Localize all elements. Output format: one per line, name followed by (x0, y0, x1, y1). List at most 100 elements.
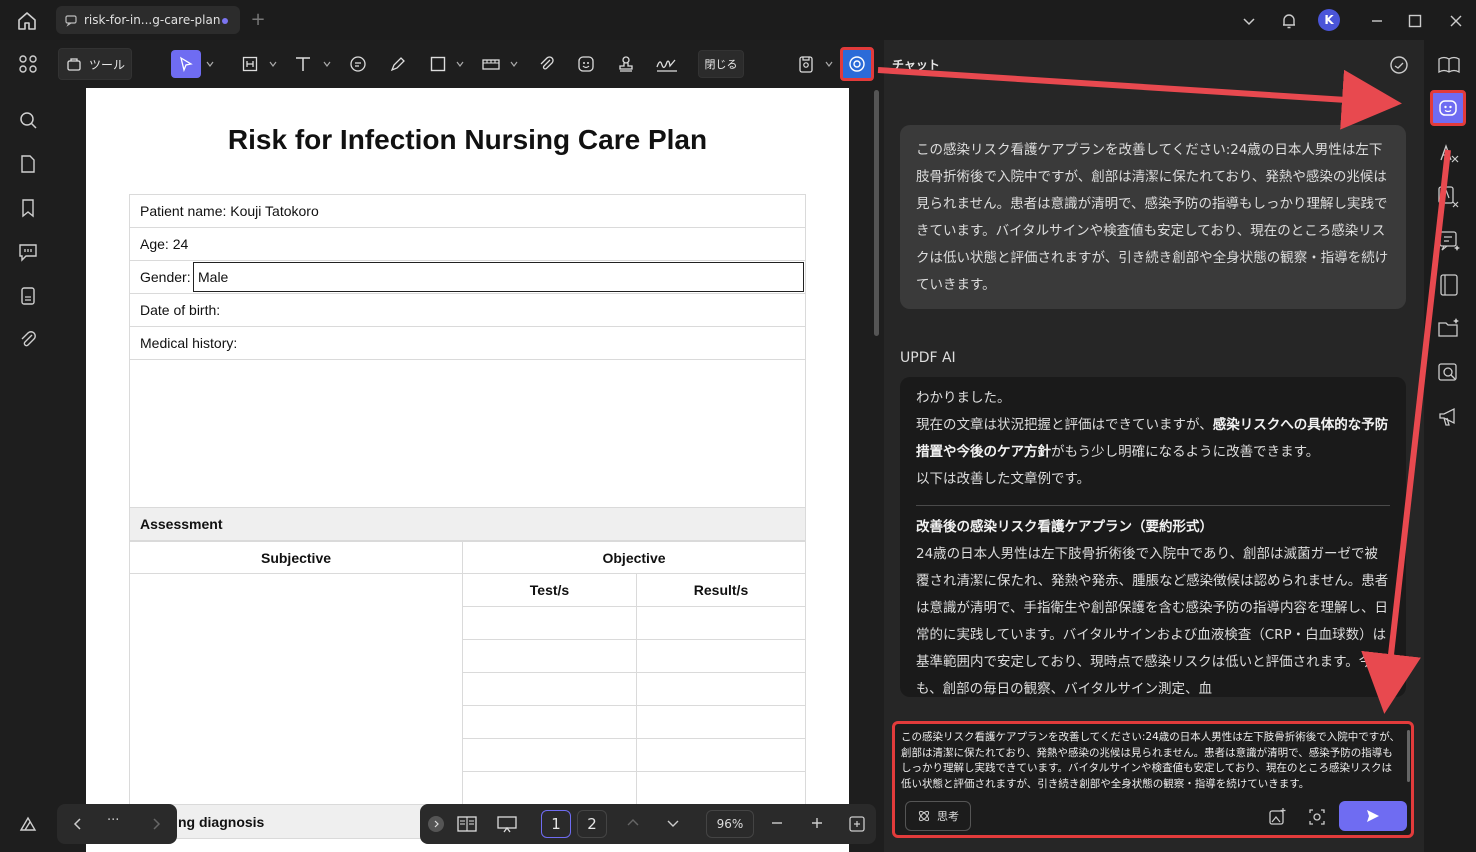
result-cell[interactable] (636, 639, 806, 673)
page-layout-icon[interactable] (456, 814, 478, 834)
layers-icon[interactable] (16, 812, 40, 836)
collapse-icon[interactable] (428, 816, 444, 832)
test-cell[interactable] (462, 606, 637, 640)
chevron-up-icon[interactable] (626, 816, 640, 830)
text-tool-icon[interactable] (289, 50, 317, 78)
measure-dropdown-icon[interactable] (509, 52, 519, 76)
history-icon[interactable] (1388, 54, 1410, 76)
folder-ai-icon[interactable] (1436, 316, 1462, 342)
gender-field[interactable]: Male (193, 262, 804, 292)
image-add-icon[interactable] (1267, 807, 1287, 827)
sticker-tool-icon[interactable] (572, 50, 600, 78)
test-cell[interactable] (462, 705, 637, 739)
textbox-dropdown-icon[interactable] (268, 52, 278, 76)
text-dropdown-icon[interactable] (322, 52, 332, 76)
chevron-left-icon[interactable] (71, 816, 85, 832)
pen-tool-icon[interactable] (384, 50, 412, 78)
close-edit-button[interactable]: 閉じる (698, 50, 744, 78)
think-button[interactable]: 思考 (905, 801, 971, 831)
presentation-icon[interactable] (496, 814, 518, 834)
send-button[interactable] (1339, 801, 1407, 831)
result-cell[interactable] (636, 606, 806, 640)
ai-assistant-toolbar-button[interactable] (840, 47, 874, 81)
zoom-level[interactable]: 96% (706, 810, 754, 838)
avatar[interactable]: K (1318, 9, 1340, 31)
ai-summary-icon[interactable] (1436, 228, 1462, 254)
chevron-down-icon[interactable] (1236, 8, 1262, 34)
bookmark-icon[interactable] (16, 196, 40, 220)
screenshot-icon[interactable] (1307, 807, 1327, 827)
megaphone-icon[interactable] (1436, 404, 1462, 430)
document-scrollbar[interactable] (874, 90, 879, 336)
page-1-button[interactable]: 1 (541, 810, 571, 838)
page-2-button[interactable]: 2 (577, 810, 607, 838)
text-box-tool-icon[interactable] (236, 50, 264, 78)
bell-icon[interactable] (1276, 8, 1302, 34)
shape-tool-icon[interactable] (424, 50, 452, 78)
reader-icon[interactable] (1436, 52, 1462, 78)
save-dropdown-icon[interactable] (824, 52, 834, 76)
attachment-icon[interactable] (16, 328, 40, 352)
ai-text: がもう少し明確になるように改善できます。 (1051, 444, 1320, 460)
zoom-in-icon[interactable] (810, 816, 824, 830)
medical-history-text: Medical history: (140, 335, 238, 351)
translate-icon[interactable] (1436, 184, 1462, 210)
select-dropdown-icon[interactable] (205, 52, 215, 76)
test-cell[interactable] (462, 639, 637, 673)
maximize-icon[interactable] (1402, 8, 1428, 34)
ai-response: わかりました。 現在の文章は状況把握と評価はできていますが、感染リスクへの具体的… (900, 377, 1406, 697)
unsaved-dot (222, 18, 228, 24)
select-tool-button[interactable] (171, 50, 201, 78)
chevron-down-icon[interactable] (666, 816, 680, 830)
shape-dropdown-icon[interactable] (455, 52, 465, 76)
subjective-cell[interactable] (129, 573, 463, 805)
signature-tool-icon[interactable] (652, 50, 682, 78)
test-cell[interactable] (462, 738, 637, 772)
chat-input[interactable]: この感染リスク看護ケアプランを改善してください:24歳の日本人男性は左下肢骨折術… (901, 730, 1401, 792)
comments-icon[interactable] (16, 240, 40, 264)
user-message-text: この感染リスク看護ケアプランを改善してください:24歳の日本人男性は左下肢骨折術… (916, 142, 1389, 293)
ai-text: 現在の文章は状況把握と評価はできていますが、 (916, 417, 1213, 433)
comment-tool-icon[interactable] (344, 50, 372, 78)
pages-icon[interactable] (16, 152, 40, 176)
zoom-out-icon[interactable] (770, 816, 784, 830)
page-controls: 1 2 96% (420, 804, 876, 844)
chat-panel: チャット この感染リスク看護ケアプランを改善してください:24歳の日本人男性は左… (884, 40, 1424, 852)
page-view-icon[interactable] (1436, 272, 1462, 298)
document-tab[interactable]: risk-for-in...g-care-plan (56, 6, 240, 34)
result-cell[interactable] (636, 672, 806, 706)
attach-tool-icon[interactable] (532, 50, 560, 78)
atom-icon (918, 810, 930, 822)
ocr-icon[interactable] (1436, 140, 1462, 166)
chat-input-box[interactable]: この感染リスク看護ケアプランを改善してください:24歳の日本人男性は左下肢骨折術… (892, 721, 1414, 838)
ai-chat-rail-button[interactable] (1430, 90, 1466, 126)
page-nav-pill: ··· (57, 804, 177, 844)
assessment-header: Assessment (129, 508, 806, 541)
input-scrollbar[interactable] (1407, 730, 1410, 782)
minimize-icon[interactable] (1364, 8, 1390, 34)
home-icon[interactable] (14, 8, 40, 34)
result-cell[interactable] (636, 738, 806, 772)
new-tab-button[interactable]: + (248, 10, 268, 30)
close-icon[interactable] (1443, 8, 1469, 34)
medical-history-area[interactable] (129, 360, 806, 508)
ai-search-icon[interactable] (1436, 360, 1462, 386)
search-icon[interactable] (16, 108, 40, 132)
save-icon[interactable] (792, 50, 820, 78)
tools-button[interactable]: ツール (58, 48, 132, 80)
result-cell[interactable] (636, 705, 806, 739)
stamp-icon[interactable] (16, 284, 40, 308)
test-cell[interactable] (462, 771, 637, 805)
chevron-right-icon[interactable] (149, 816, 163, 832)
result-cell[interactable] (636, 771, 806, 805)
chat-title: チャット (892, 58, 940, 72)
apps-icon[interactable] (16, 52, 40, 76)
stamp-tool-icon[interactable] (612, 50, 640, 78)
test-cell[interactable] (462, 672, 637, 706)
assessment-label: Assessment (140, 516, 223, 532)
more-button[interactable]: ··· (107, 813, 119, 828)
left-sidebar (0, 40, 56, 852)
measure-tool-icon[interactable] (477, 50, 505, 78)
ai-paragraph: 24歳の日本人男性は左下肢骨折術後で入院中であり、創部は滅菌ガーゼで被覆され清潔… (916, 546, 1389, 697)
fit-page-icon[interactable] (848, 815, 866, 833)
